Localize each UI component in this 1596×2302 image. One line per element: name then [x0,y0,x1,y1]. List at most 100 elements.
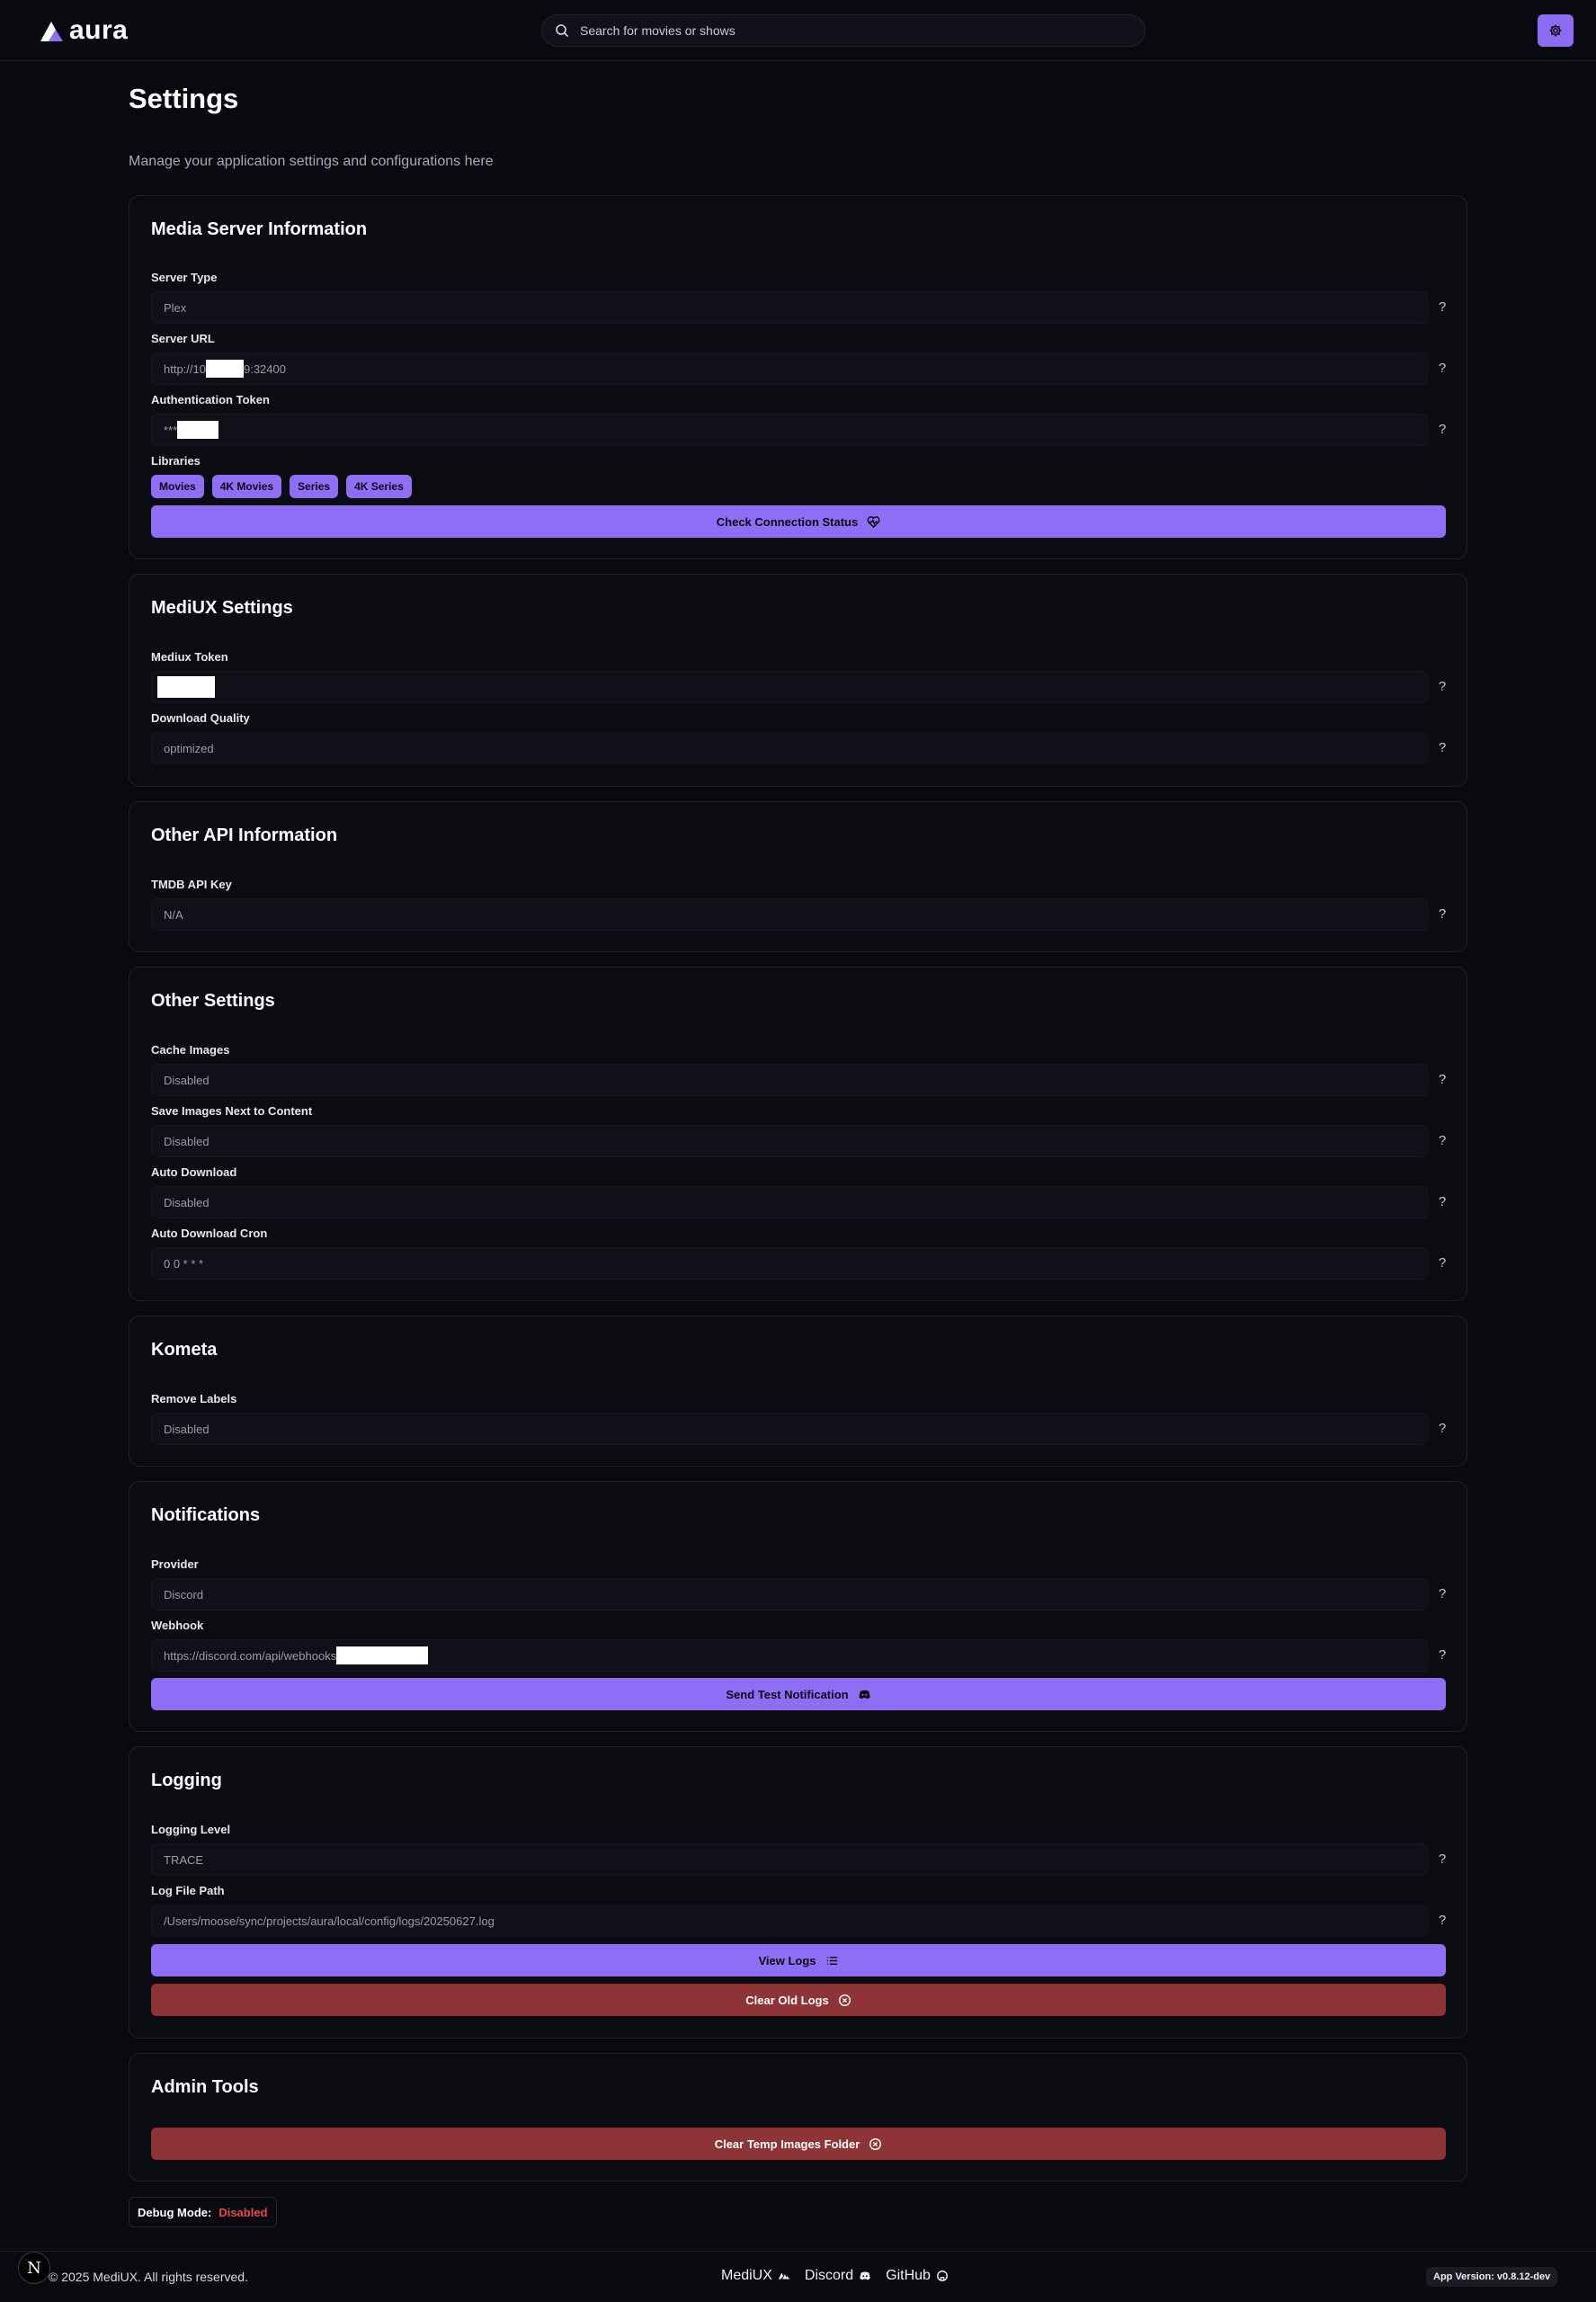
server-type-value: Plex [164,300,187,315]
button-label: View Logs [758,1953,816,1967]
settings-button[interactable] [1538,14,1574,47]
tmdb-key-label: TMDB API Key [151,878,232,891]
download-quality-label: Download Quality [151,711,250,725]
send-test-notification-button[interactable]: Send Test Notification [151,1678,1446,1710]
provider-value: Discord [164,1587,204,1602]
help-icon[interactable]: ? [1435,898,1449,931]
discord-icon [860,2271,870,2280]
library-chip-movies[interactable]: Movies [151,475,204,498]
auto-download-field[interactable]: Disabled [151,1186,1428,1218]
other-settings-card: Other Settings Cache Images Disabled ? S… [129,967,1467,1301]
admin-tools-card: Admin Tools Clear Temp Images Folder [129,2053,1467,2182]
app-logo[interactable]: aura [39,14,128,47]
help-icon[interactable]: ? [1435,1413,1449,1445]
provider-field[interactable]: Discord [151,1578,1428,1611]
help-icon[interactable]: ? [1435,1247,1449,1280]
top-header: aura [0,0,1596,61]
search-input[interactable] [580,23,1119,38]
server-url-field[interactable]: http://10 9:32400 [151,352,1428,385]
clear-temp-images-button[interactable]: Clear Temp Images Folder [151,2128,1446,2160]
server-type-field[interactable]: Plex [151,291,1428,324]
page-title: Settings [129,83,239,114]
help-icon[interactable]: ? [1435,1639,1449,1672]
server-url-prefix: http://10 [164,361,206,376]
other-api-card: Other API Information TMDB API Key N/A ? [129,801,1467,952]
view-logs-button[interactable]: View Logs [151,1944,1446,1976]
card-title: MediUX Settings [151,598,293,618]
help-icon[interactable]: ? [1435,1843,1449,1876]
help-icon[interactable]: ? [1435,414,1449,446]
auto-download-cron-field[interactable]: 0 0 * * * [151,1247,1428,1280]
clear-old-logs-button[interactable]: Clear Old Logs [151,1984,1446,2016]
footer-link-github[interactable]: GitHub [886,2268,949,2284]
help-icon[interactable]: ? [1435,1186,1449,1218]
button-label: Clear Old Logs [745,1993,829,2007]
search-icon [556,24,569,38]
card-title: Admin Tools [151,2077,259,2097]
auto-download-label: Auto Download [151,1165,237,1179]
save-images-field[interactable]: Disabled [151,1125,1428,1157]
circle-x-icon [869,2137,882,2150]
provider-label: Provider [151,1557,199,1571]
card-title: Other API Information [151,825,338,845]
debug-mode-badge[interactable]: Debug Mode: Disabled [129,2197,277,2227]
libraries-list: Movies 4K Movies Series 4K Series [151,475,412,498]
log-file-path-label: Log File Path [151,1884,225,1897]
help-icon[interactable]: ? [1435,291,1449,324]
help-icon[interactable]: ? [1435,1905,1449,1937]
webhook-field[interactable]: https://discord.com/api/webhooks [151,1639,1428,1672]
logging-level-label: Logging Level [151,1823,231,1836]
card-title: Kometa [151,1340,218,1360]
auth-token-field[interactable]: *** [151,414,1428,446]
link-label: MediUX [721,2268,772,2283]
logging-level-value: TRACE [164,1852,204,1867]
help-icon[interactable]: ? [1435,1125,1449,1157]
tmdb-key-field[interactable]: N/A [151,898,1428,931]
debug-mode-value: Disabled [218,2205,268,2219]
webhook-prefix: https://discord.com/api/webhooks [164,1648,337,1663]
link-label: GitHub [886,2268,931,2283]
help-icon[interactable]: ? [1435,1064,1449,1096]
auth-token-prefix: *** [164,423,178,437]
cache-images-field[interactable]: Disabled [151,1064,1428,1096]
remove-labels-field[interactable]: Disabled [151,1413,1428,1445]
auto-download-cron-label: Auto Download Cron [151,1227,268,1240]
redacted-block [205,360,244,378]
footer-link-discord[interactable]: Discord [805,2268,871,2284]
button-label: Clear Temp Images Folder [714,2137,860,2151]
heart-pulse-icon [867,515,880,528]
nextjs-dev-badge[interactable]: N [18,2252,50,2284]
cache-images-value: Disabled [164,1073,210,1087]
help-icon[interactable]: ? [1435,352,1449,385]
save-images-label: Save Images Next to Content [151,1104,313,1118]
server-url-suffix: 9:32400 [243,361,286,376]
button-label: Send Test Notification [726,1687,849,1701]
card-title: Notifications [151,1505,261,1525]
mediux-token-field[interactable] [151,671,1428,703]
card-title: Other Settings [151,991,275,1011]
remove-labels-value: Disabled [164,1422,210,1436]
library-chip-4k-movies[interactable]: 4K Movies [211,475,282,498]
server-type-label: Server Type [151,271,218,284]
logging-level-field[interactable]: TRACE [151,1843,1428,1876]
library-chip-4k-series[interactable]: 4K Series [346,475,412,498]
app-name: aura [69,15,129,45]
check-connection-button[interactable]: Check Connection Status [151,505,1446,538]
redacted-block [157,676,215,698]
log-file-path-field[interactable]: /Users/moose/sync/projects/aura/local/co… [151,1905,1428,1937]
mediux-token-label: Mediux Token [151,650,228,664]
tmdb-key-value: N/A [164,907,183,922]
help-icon[interactable]: ? [1435,671,1449,703]
redacted-block [177,421,219,439]
help-icon[interactable]: ? [1435,732,1449,764]
footer-link-mediux[interactable]: MediUX [721,2268,790,2284]
download-quality-field[interactable]: optimized [151,732,1428,764]
help-icon[interactable]: ? [1435,1578,1449,1611]
search-bar[interactable] [541,14,1146,47]
link-label: Discord [804,2268,854,2283]
mediux-logo-icon [778,2272,790,2280]
auth-token-label: Authentication Token [151,393,270,406]
library-chip-series[interactable]: Series [290,475,339,498]
card-title: Media Server Information [151,219,368,239]
media-server-card: Media Server Information Server Type Ple… [129,195,1467,559]
